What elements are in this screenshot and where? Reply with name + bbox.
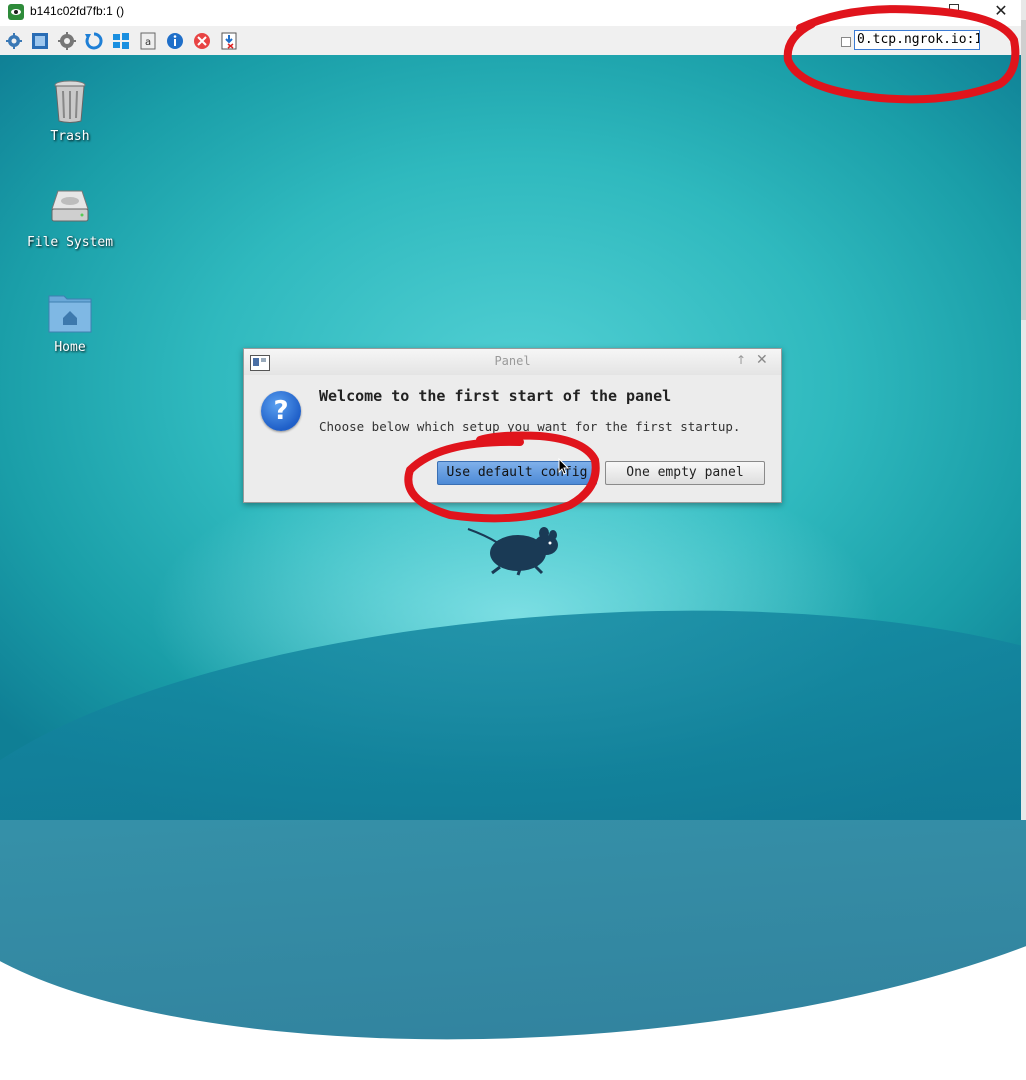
desktop-icon-label: Trash (50, 129, 90, 144)
windows-key-icon[interactable] (111, 31, 131, 51)
file-transfer-icon[interactable] (219, 31, 239, 51)
mouse-cursor-icon (558, 457, 570, 476)
hard-drive-icon (46, 183, 94, 231)
desktop-icon-label: File System (26, 235, 114, 250)
svg-text:a: a (145, 37, 151, 48)
server-address-input[interactable]: 0.tcp.ngrok.io:189 (854, 30, 980, 50)
use-default-config-button[interactable]: Use default config (437, 461, 597, 485)
settings-icon[interactable] (57, 31, 77, 51)
window-title: b141c02fd7fb:1 () (30, 4, 125, 18)
window-scroll-edge (1021, 0, 1026, 820)
options-icon[interactable] (4, 31, 24, 51)
window-close-button[interactable]: ✕ (992, 1, 1010, 21)
xfce-mouse-logo (460, 517, 570, 577)
panel-welcome-dialog: Panel ↑ ✕ ? Welcome to the first start o… (243, 348, 782, 503)
desktop-icon-home[interactable]: Home (25, 288, 115, 355)
vnc-viewer-icon (8, 4, 24, 20)
window-titlebar: b141c02fd7fb:1 () ✕ (0, 0, 1026, 26)
keep-above-icon[interactable]: ↑ (736, 353, 746, 367)
home-folder-icon (46, 288, 94, 336)
desktop-icon-trash[interactable]: Trash (25, 77, 115, 144)
dialog-heading: Welcome to the first start of the panel (319, 387, 672, 405)
dialog-title: Panel (494, 354, 531, 368)
wallpaper-swoosh (0, 570, 1026, 1080)
desktop-icon-filesystem[interactable]: File System (25, 183, 115, 250)
trash-icon (46, 77, 94, 125)
desktop-icon-label: Home (54, 340, 86, 355)
one-empty-panel-button[interactable]: One empty panel (605, 461, 765, 485)
maximize-button[interactable] (946, 0, 964, 14)
address-checkbox[interactable] (841, 37, 851, 47)
viewer-toolbar: a 0.tcp.ngrok.io:189 (0, 26, 1026, 56)
info-icon[interactable] (165, 31, 185, 51)
question-icon: ? (261, 391, 301, 431)
fullscreen-icon[interactable] (30, 31, 50, 51)
clipboard-icon[interactable]: a (138, 31, 158, 51)
refresh-icon[interactable] (84, 31, 104, 51)
dialog-close-icon[interactable]: ✕ (756, 352, 768, 368)
dialog-titlebar[interactable]: Panel ↑ ✕ (244, 349, 781, 375)
dialog-subtext: Choose below which setup you want for th… (319, 419, 741, 434)
disconnect-icon[interactable] (192, 31, 212, 51)
